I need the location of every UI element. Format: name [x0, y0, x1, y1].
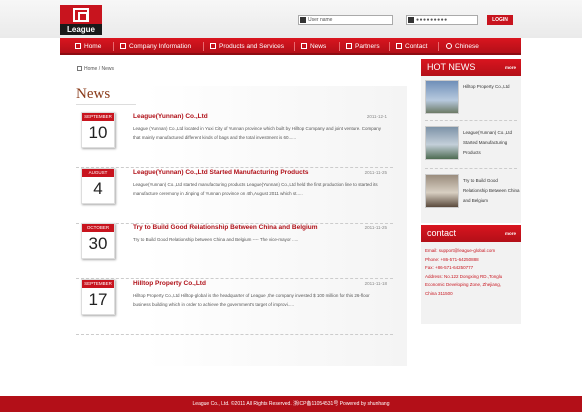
nav-label: Chinese — [455, 43, 479, 50]
nav-divider — [113, 42, 114, 51]
calendar-icon: AUGUST 4 — [81, 168, 115, 204]
contact-phone: Phone: +86-571-64250888 — [425, 256, 479, 262]
lock-icon — [408, 17, 414, 23]
sidebar: HOT NEWS more Hilltop Property Co.,Ltd L… — [421, 59, 521, 324]
breadcrumb[interactable]: Home / News — [77, 66, 114, 72]
home-icon — [77, 66, 82, 71]
news-item: AUGUST 4 League(Yunnan) Co.,Ltd Started … — [76, 168, 393, 224]
nav-divider — [294, 42, 295, 51]
site-footer: League Co., Ltd. ©2011 All Rights Reserv… — [0, 396, 582, 412]
logo-mark-icon — [73, 8, 89, 22]
nav-divider — [339, 42, 340, 51]
login-button[interactable]: LOGIN — [487, 15, 513, 25]
hot-news-divider — [425, 168, 517, 169]
news-summary: Try to Build Good Relationship between C… — [133, 237, 299, 242]
page-title: News — [76, 86, 111, 102]
news-item: OCTOBER 30 Try to Build Good Relationshi… — [76, 223, 393, 279]
nav-label: Products and Services — [219, 43, 285, 50]
calendar-day: 17 — [88, 290, 108, 309]
hot-news-list: Hilltop Property Co.,Ltd League(Yunnan) … — [421, 76, 521, 223]
calendar-icon: OCTOBER 30 — [81, 223, 115, 259]
calendar-icon: SEPTEMBER 10 — [81, 112, 115, 148]
calendar-day: 30 — [88, 234, 108, 253]
news-date: 2011-11-25 — [364, 225, 387, 230]
contact-title: contact — [427, 228, 457, 238]
hot-news-header: HOT NEWS more — [421, 59, 521, 76]
nav-divider — [438, 42, 439, 51]
nav-item-home[interactable]: Home — [75, 38, 101, 55]
user-icon — [300, 17, 306, 23]
nav-label: Partners — [355, 43, 380, 50]
password-mask: ●●●●●●●●● — [416, 17, 448, 23]
partners-icon — [346, 43, 352, 49]
language-icon — [446, 43, 452, 49]
news-summary: League(Yunnan) Co.,Ltd started manufactu… — [133, 182, 378, 196]
nav-item-news[interactable]: News — [301, 38, 326, 55]
nav-item-company[interactable]: Company Information — [120, 38, 191, 55]
logo-text: League — [60, 24, 102, 35]
username-placeholder: User name — [308, 17, 333, 23]
calendar-month: AUGUST — [82, 169, 114, 177]
title-divider — [76, 104, 136, 105]
news-title-link[interactable]: League(Yunnan) Co.,Ltd — [133, 113, 208, 120]
news-title-link[interactable]: Hilltop Property Co.,Ltd — [133, 280, 206, 287]
hot-news-item[interactable]: Try to Build Good Relationship Between C… — [425, 174, 520, 212]
password-field[interactable]: ●●●●●●●●● — [406, 15, 478, 25]
calendar-icon: SEPTEMBER 17 — [81, 279, 115, 315]
hot-news-item[interactable]: League(Yunnan) Co.,Ltd Started Manufactu… — [425, 126, 517, 164]
contact-address: Economic Developing Zone, Zhejiang, — [425, 282, 502, 287]
nav-item-contact[interactable]: Contact — [396, 38, 427, 55]
calendar-day: 4 — [93, 179, 103, 198]
hot-news-item[interactable]: Hilltop Property Co.,Ltd — [425, 80, 517, 118]
hot-news-thumbnail — [425, 126, 459, 160]
hot-news-text: Hilltop Property Co.,Ltd — [463, 84, 510, 89]
username-field[interactable]: User name — [298, 15, 393, 25]
nav-item-products[interactable]: Products and Services — [210, 38, 284, 55]
contact-more-link[interactable]: more — [505, 225, 516, 242]
contact-header: contact more — [421, 225, 521, 242]
nav-label: Contact — [405, 43, 428, 50]
home-icon — [75, 43, 81, 49]
hot-news-thumbnail — [425, 80, 459, 114]
nav-label: Company Information — [129, 43, 192, 50]
contact-address: Address: No.122 Dongxing RD.,Tonglu — [425, 273, 503, 279]
breadcrumb-text: Home / News — [84, 66, 115, 72]
nav-label: Home — [84, 43, 102, 50]
news-date: 2011-11-18 — [364, 281, 387, 286]
hot-news-more-link[interactable]: more — [505, 59, 516, 76]
news-date: 2011-11-25 — [364, 170, 387, 175]
hot-news-text: League(Yunnan) Co.,Ltd Started Manufactu… — [463, 130, 513, 155]
calendar-month: SEPTEMBER — [82, 113, 114, 121]
contact-email[interactable]: Email: support@league-global.com — [425, 247, 517, 256]
contact-icon — [396, 43, 402, 49]
hot-news-text: Try to Build Good Relationship Between C… — [463, 178, 520, 203]
nav-divider — [203, 42, 204, 51]
hot-news-divider — [425, 120, 517, 121]
news-icon — [301, 43, 307, 49]
news-summary: Hilltop Property Co.,Ltd Hilltop-global … — [133, 293, 370, 307]
nav-item-partners[interactable]: Partners — [346, 38, 380, 55]
site-logo[interactable]: League — [60, 5, 102, 35]
products-icon — [210, 43, 216, 49]
nav-divider — [389, 42, 390, 51]
hot-news-thumbnail — [425, 174, 459, 208]
news-summary: League (Yunnan) Co.,Ltd located in Yuxi … — [133, 126, 381, 140]
main-nav: Home Company Information Products and Se… — [60, 38, 521, 55]
nav-item-chinese[interactable]: Chinese — [446, 38, 479, 55]
news-date: 2011-12-1 — [366, 114, 387, 119]
company-icon — [120, 43, 126, 49]
contact-address: China 311500 — [425, 290, 453, 296]
news-title-link[interactable]: Try to Build Good Relationship Between C… — [133, 224, 318, 231]
hot-news-title: HOT NEWS — [427, 62, 476, 72]
calendar-day: 10 — [88, 123, 108, 142]
news-title-link[interactable]: League(Yunnan) Co.,Ltd Started Manufactu… — [133, 169, 309, 176]
nav-label: News — [310, 43, 327, 50]
contact-info: Email: support@league-global.com Phone: … — [421, 242, 521, 324]
news-item: SEPTEMBER 10 League(Yunnan) Co.,Ltd 2011… — [76, 112, 393, 168]
news-item: SEPTEMBER 17 Hilltop Property Co.,Ltd 20… — [76, 279, 393, 335]
calendar-month: OCTOBER — [82, 224, 114, 232]
calendar-month: SEPTEMBER — [82, 280, 114, 288]
contact-fax: Fax: +86-571-64250777 — [425, 265, 474, 270]
